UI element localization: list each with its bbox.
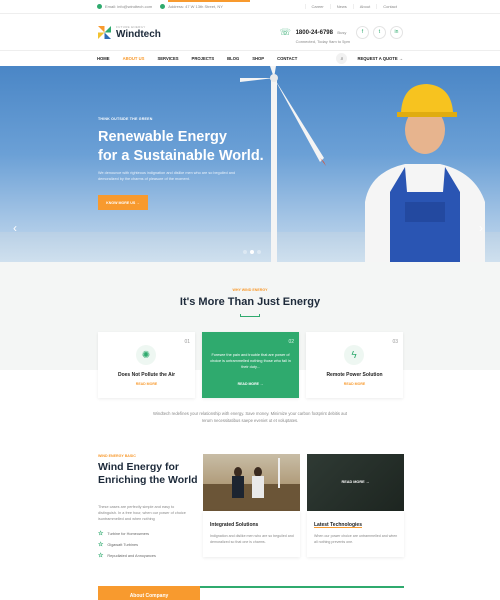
wind-description: These cases are perfectly simple and eas… — [98, 505, 186, 521]
contact-block: ☏ 1800-24-6798 Busy Connected, Today 9am… — [280, 21, 403, 44]
hero-kicker: THINK OUTSIDE THE GREEN — [98, 117, 153, 121]
slider-dot-1[interactable] — [243, 250, 247, 254]
feature-title: Remote Power Solution — [326, 372, 383, 378]
email-info[interactable]: Email: info@windtech.com — [97, 4, 152, 9]
post-title[interactable]: Integrated Solutions — [210, 522, 258, 528]
bullet-item: ☆ Repudiated and Annoyances — [98, 553, 156, 559]
bullet-item: ☆ Turbine for Homeowners — [98, 531, 150, 537]
search-icon[interactable]: ⌕ — [336, 53, 348, 64]
nav-services[interactable]: SERVICES — [157, 56, 178, 61]
section-title: It's More Than Just Energy — [179, 296, 321, 308]
phone-icon: ☏ — [279, 27, 291, 37]
bottom-tabs: About Company — [98, 586, 404, 600]
top-link-news[interactable]: News — [329, 4, 353, 9]
main-nav: HOME ABOUT US SERVICES PROJECTS BLOG SHO… — [0, 50, 500, 66]
nav-blog[interactable]: BLOG — [227, 56, 239, 61]
post-excerpt: Indignation and dislike men who are so b… — [210, 534, 294, 544]
slider-dot-2[interactable] — [250, 250, 254, 254]
feature-title: Does Not Pollute the Air — [117, 372, 176, 378]
star-icon: ☆ — [98, 542, 104, 548]
slider-dots — [243, 250, 261, 254]
nav-shop[interactable]: SHOP — [252, 56, 264, 61]
feature-text: Foresee the pain and trouble that are po… — [210, 353, 291, 369]
tab-about-company[interactable]: About Company — [98, 586, 200, 600]
wind-kicker: WIND ENERGY BASIC — [98, 454, 136, 458]
hero-know-more-button[interactable]: KNOW MORE US → — [98, 195, 148, 210]
post-card-2[interactable]: Latest Technologies When our power choic… — [307, 511, 404, 557]
windmill-logo-icon — [97, 25, 112, 40]
top-accent-line — [168, 0, 250, 2]
office-hours: Connected, Today 9am to 5pm — [295, 38, 350, 44]
slider-prev-arrow-icon[interactable]: ‹ — [13, 221, 17, 235]
post-title[interactable]: Latest Technologies — [314, 522, 362, 528]
engineer-image — [365, 84, 485, 262]
bullet-item: ☆ Gigawatt Turbines — [98, 542, 138, 548]
title-underline — [240, 314, 260, 317]
brand-row: FUTURE ENERGY Windtech ☏ 1800-24-6798 Bu… — [0, 14, 500, 50]
post-card-1[interactable]: Integrated Solutions Indignation and dis… — [203, 511, 300, 557]
windmill-icon: ✺ — [136, 345, 156, 365]
location-icon — [160, 4, 166, 9]
linkedin-icon[interactable]: in — [390, 25, 403, 39]
handshake-photo[interactable] — [203, 454, 300, 511]
twitter-icon[interactable]: t — [373, 25, 386, 39]
top-link-about[interactable]: About — [352, 4, 376, 9]
technology-photo[interactable]: READ MORE → — [307, 454, 404, 511]
lightning-icon: ϟ — [344, 345, 364, 365]
hero-title: Renewable Energy for a Sustainable World. — [98, 129, 264, 164]
address-info: Address: 47 W 13th Street, NY — [160, 4, 223, 9]
nav-home[interactable]: HOME — [97, 56, 110, 61]
feature-card-3[interactable]: 03 ϟ Remote Power Solution READ MORE — [306, 332, 403, 398]
post-excerpt: When our power choice are untrammelled a… — [314, 534, 398, 544]
nav-about-us[interactable]: ABOUT US — [123, 56, 145, 61]
intro-text: Windtech redefines your relationship wit… — [153, 411, 347, 423]
read-more-link[interactable]: READ MORE — [98, 382, 195, 386]
social-links: f t in — [356, 25, 403, 39]
star-icon: ☆ — [98, 531, 104, 537]
brand-name: Windtech — [116, 28, 161, 40]
top-bar: Email: info@windtech.com Address: 47 W 1… — [0, 0, 500, 14]
tab-strip — [200, 586, 404, 600]
feature-card-1[interactable]: 01 ✺ Does Not Pollute the Air READ MORE — [98, 332, 195, 398]
hero-description: We denounce with righteous indignation a… — [98, 171, 236, 181]
logo[interactable]: FUTURE ENERGY Windtech — [97, 25, 161, 40]
top-link-contact[interactable]: Contact — [376, 4, 403, 9]
feature-card-2[interactable]: 02 Foresee the pain and trouble that are… — [202, 332, 299, 398]
request-quote-link[interactable]: REQUEST A QUOTE → — [357, 56, 403, 61]
slider-next-arrow-icon[interactable]: › — [479, 221, 483, 235]
wind-title: Wind Energy for Enriching the World — [98, 461, 198, 486]
mail-icon — [97, 4, 102, 9]
phone-number[interactable]: 1800-24-6798 — [296, 30, 333, 36]
read-more-link[interactable]: READ MORE — [306, 382, 403, 386]
read-more-overlay[interactable]: READ MORE → — [307, 480, 404, 484]
nav-projects[interactable]: PROJECTS — [192, 56, 215, 61]
nav-contact[interactable]: CONTACT — [277, 56, 297, 61]
facebook-icon[interactable]: f — [356, 25, 369, 39]
section-kicker: WHY WIND ENERGY — [232, 288, 268, 292]
star-icon: ☆ — [98, 553, 104, 559]
top-link-career[interactable]: Career — [304, 4, 330, 9]
slider-dot-3[interactable] — [257, 250, 261, 254]
read-more-link[interactable]: READ MORE → — [202, 382, 299, 386]
